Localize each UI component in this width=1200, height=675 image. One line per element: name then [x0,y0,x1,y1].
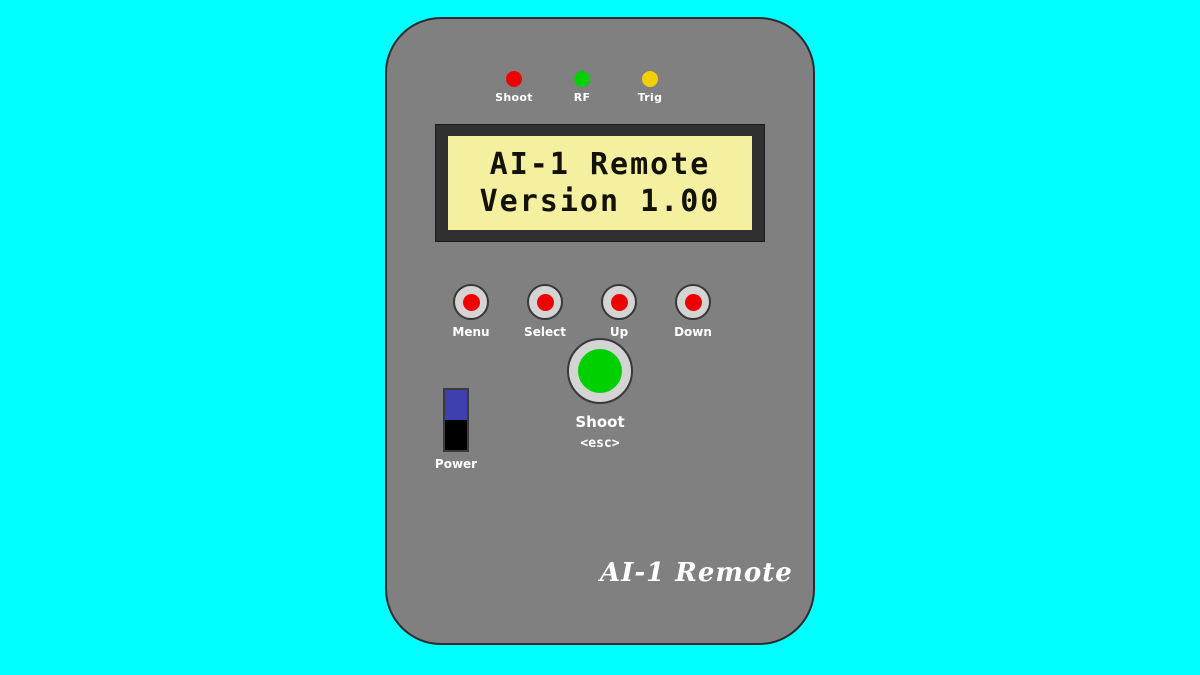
lcd-bezel: AI-1 Remote Version 1.00 [435,124,765,242]
rf-led-icon [574,71,590,87]
menu-button-ring[interactable] [453,284,489,320]
down-button-cap[interactable] [684,293,702,311]
shoot-button[interactable]: Shoot <esc> [540,338,660,451]
up-button-ring[interactable] [601,284,637,320]
lcd-screen: AI-1 Remote Version 1.00 [448,136,752,230]
shoot-button-cap[interactable] [578,349,622,393]
lcd-line-2: Version 1.00 [479,184,721,219]
power-switch[interactable]: Power [420,388,492,471]
select-button-ring[interactable] [527,284,563,320]
trig-led-icon [642,71,658,87]
menu-button-cap[interactable] [462,293,480,311]
screenshot-root: Shoot RF Trig Menu Select Up Down AI-1 R… [0,0,1200,675]
shoot-button-label: Shoot [575,413,625,431]
power-switch-track [445,420,467,450]
led-group-shoot: Shoot [479,71,549,104]
up-button-cap[interactable] [610,293,628,311]
menu-button-label: Menu [452,325,490,339]
rf-led-label: RF [573,91,591,104]
shoot-button-sublabel: <esc> [580,436,620,451]
led-group-trig: Trig [615,71,685,104]
lcd-line-1: AI-1 Remote [489,146,711,182]
shoot-button-ring[interactable] [567,338,633,404]
select-button[interactable]: Select [507,284,583,339]
shoot-led-label: Shoot [495,91,533,104]
led-group-rf: RF [547,71,617,104]
down-button-label: Down [674,325,712,339]
down-button-ring[interactable] [675,284,711,320]
select-button-cap[interactable] [536,293,554,311]
select-button-label: Select [524,325,566,339]
brand-logo-text: AI-1 Remote [600,558,793,588]
trig-led-label: Trig [637,91,663,104]
down-button[interactable]: Down [655,284,731,339]
menu-button[interactable]: Menu [433,284,509,339]
power-switch-label: Power [434,457,478,471]
power-switch-knob[interactable] [445,390,467,420]
shoot-led-icon [506,71,522,87]
up-button[interactable]: Up [581,284,657,339]
power-switch-slot[interactable] [443,388,469,452]
up-button-label: Up [609,325,629,339]
remote-device-body: Shoot RF Trig Menu Select Up Down [385,17,815,645]
